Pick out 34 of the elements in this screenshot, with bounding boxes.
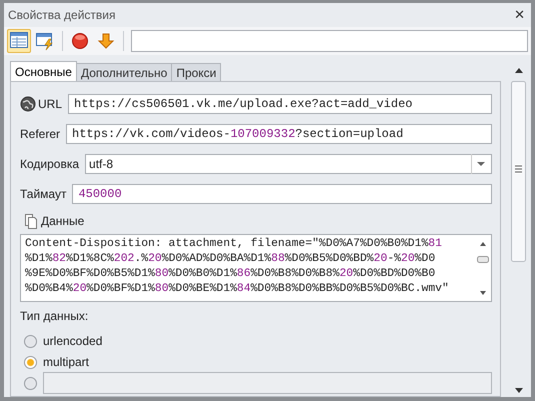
document-icon [24,213,38,229]
data-label: Данные [41,214,84,228]
field-label: URL [38,97,62,111]
code-line: %9E%D0%BF%D0%B5%D1%80%D0%B0%D1%86%D0%B8%D0%B8%20%D0%BD%D0%B0 [25,267,436,282]
close-button[interactable]: ✕ [512,8,527,22]
radio-button[interactable] [24,356,37,368]
tab[interactable]: Основные [10,61,77,81]
stop-icon [70,31,90,51]
tab[interactable]: Прокси [171,63,222,81]
field-label: Таймаут [20,187,66,201]
radio-label: multipart [43,355,90,369]
globe-icon [20,96,36,112]
text-field[interactable]: 450000 [72,184,492,204]
down-arrow-icon [96,31,116,51]
toolbar-input[interactable] [131,30,528,52]
window-title: Свойства действия [8,8,116,22]
text-field[interactable]: https://vk.com/videos-107009332?section=upload [66,124,492,144]
tab[interactable]: Дополнительно [76,63,172,81]
custom-type-field[interactable] [43,372,492,394]
toolbar-button[interactable] [7,29,31,53]
field-label: Referer [20,127,60,141]
url-field[interactable]: https://cs506501.vk.me/upload.exe?act=add_video [68,94,492,114]
code-line: %D0%B4%20%D0%BF%D1%80%D0%BE%D1%84%D0%B8%D0%BB%D0%B5%D0%BC.wmv" [25,282,450,297]
radio-label: urlencoded [43,334,102,348]
data-text-area[interactable] [20,234,492,302]
encoding-dropdown[interactable]: utf-8 [85,154,492,174]
code-line: %D1%82%D1%8C%202.%20%D0%AD%D0%BA%D1%88%D0%B5%D0%BD%20-%20%D0 [25,252,436,267]
data-type-label: Тип данных: [20,309,90,323]
radio-button[interactable] [24,334,37,348]
code-line: Content-Disposition: attachment, filename="%D0%A7%D0%B0%D1%81 [25,237,443,252]
radio-button[interactable] [24,376,37,390]
field-label: Кодировка [20,157,80,171]
table-icon [9,31,29,51]
window-lightning-icon [35,31,55,51]
